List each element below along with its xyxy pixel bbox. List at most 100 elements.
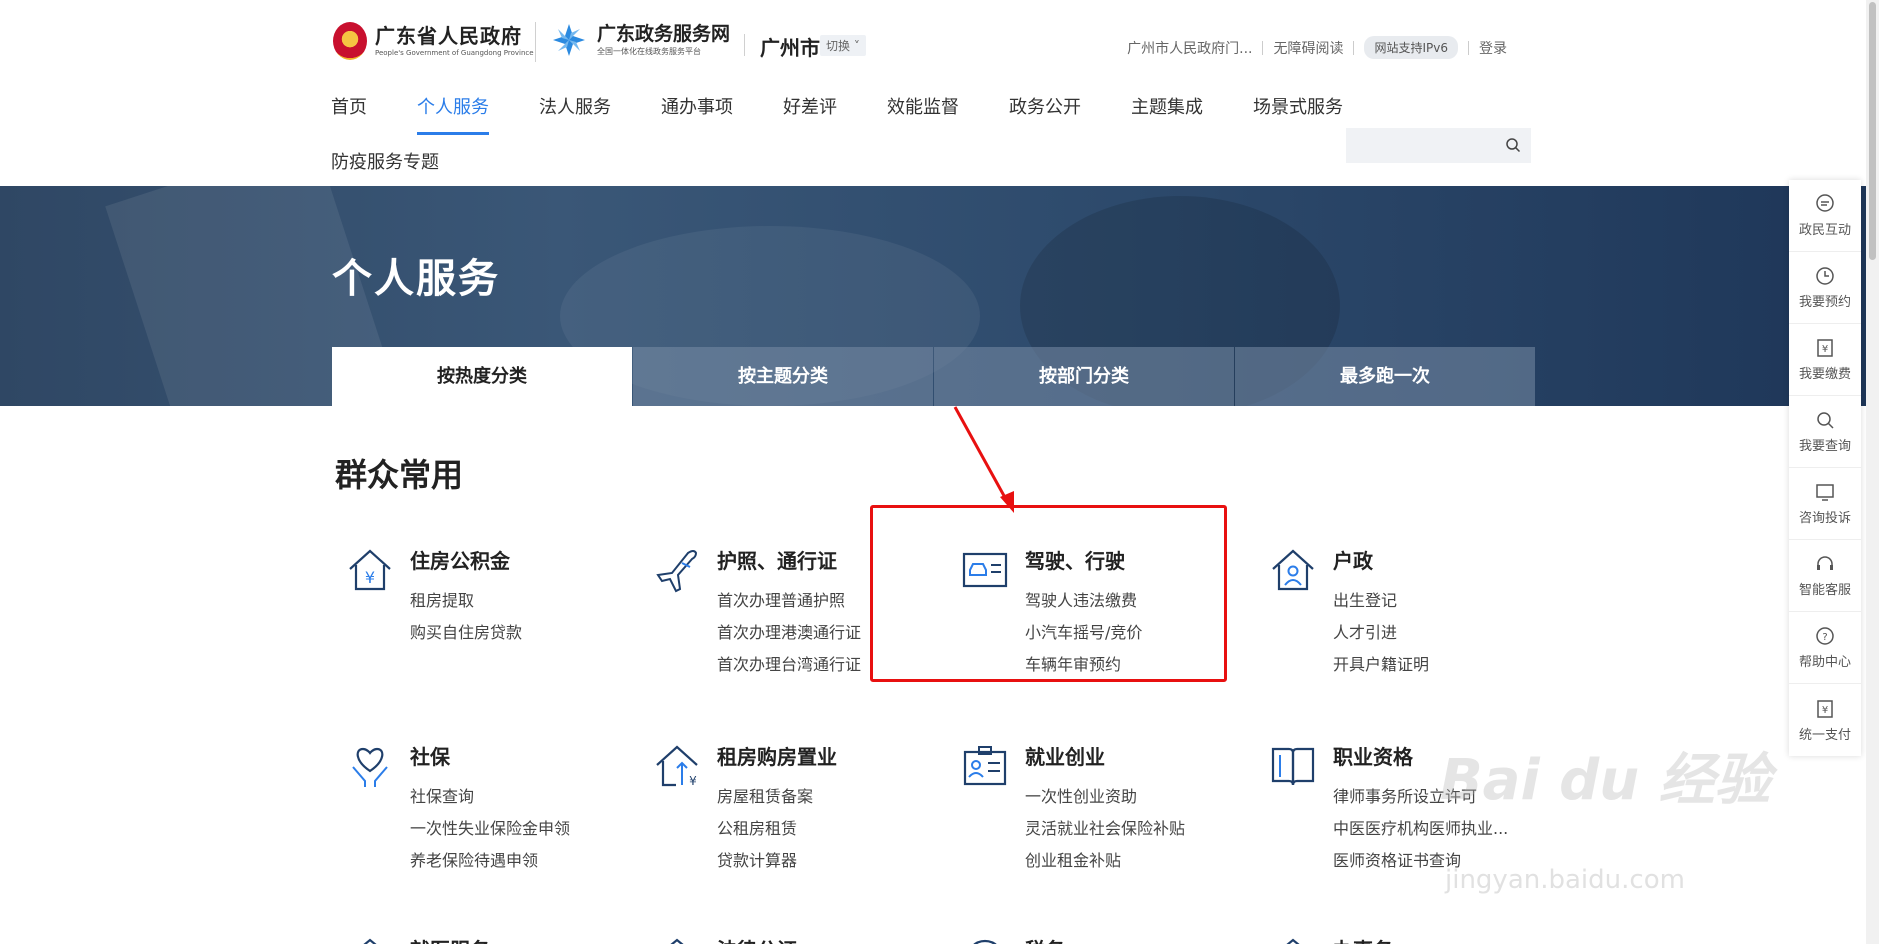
gov-subtitle: People's Government of Guangdong Provinc…	[375, 49, 534, 57]
svg-text:¥: ¥	[689, 774, 697, 788]
main-nav: 首页 个人服务 法人服务 通办事项 好差评 效能监督 政务公开 主题集成 场景式…	[331, 93, 1393, 135]
service-link[interactable]: 创业租金补贴	[1025, 847, 1121, 871]
service-subtitle: 全国一体化在线政务服务平台	[597, 47, 701, 56]
float-item-query[interactable]: 我要查询	[1789, 396, 1861, 468]
service-title: 广东政务服务网	[597, 23, 731, 45]
nav-home[interactable]: 首页	[331, 93, 367, 135]
tab-by-department[interactable]: 按部门分类	[934, 347, 1234, 406]
svg-text:¥: ¥	[1822, 705, 1828, 716]
id-badge-icon	[963, 746, 1007, 786]
page-title: 个人服务	[332, 256, 500, 302]
service-link[interactable]: 养老保险待遇申领	[410, 847, 538, 871]
service-link[interactable]: 医师资格证书查询	[1333, 847, 1461, 871]
service-link[interactable]: 开具户籍证明	[1333, 651, 1429, 675]
category-name[interactable]: 法律公证	[717, 934, 797, 944]
medical-icon	[363, 938, 377, 944]
nav-legal-person-service[interactable]: 法人服务	[539, 93, 611, 135]
float-item-appointment[interactable]: 我要预约	[1789, 252, 1861, 324]
service-link[interactable]: 中医医疗机构医师执业...	[1333, 815, 1508, 839]
national-emblem-icon	[333, 22, 367, 60]
nav-gov-affairs[interactable]: 政务公开	[1009, 93, 1081, 135]
category-name[interactable]: 租房购房置业	[717, 741, 837, 770]
category-name[interactable]: 职业资格	[1333, 741, 1413, 770]
annotation-arrow	[953, 406, 1014, 513]
service-link[interactable]: 灵活就业社会保险补贴	[1025, 815, 1185, 839]
category-name[interactable]: 办事务	[1333, 934, 1393, 944]
svg-text:?: ?	[1822, 632, 1827, 643]
category-name[interactable]: 税务	[1025, 934, 1065, 944]
tab-run-once[interactable]: 最多跑一次	[1235, 347, 1535, 406]
search-icon[interactable]	[1505, 137, 1521, 153]
chat-icon	[1816, 194, 1834, 212]
page-scrollbar[interactable]	[1866, 0, 1879, 944]
search-input[interactable]	[1346, 128, 1531, 163]
payment-icon: ¥	[1817, 699, 1833, 718]
house-yuan-icon: ¥	[349, 549, 391, 591]
category-name[interactable]: 就业创业	[1025, 741, 1105, 770]
svg-text:¥: ¥	[365, 568, 375, 587]
category-name[interactable]: 户政	[1333, 545, 1373, 574]
service-link[interactable]: 社保查询	[410, 783, 474, 807]
svg-text:¥: ¥	[1822, 344, 1828, 355]
category-name[interactable]: 社保	[410, 741, 450, 770]
service-link[interactable]: 租房提取	[410, 587, 474, 611]
nav-personal-service[interactable]: 个人服务	[417, 93, 489, 135]
search-icon	[1817, 412, 1834, 429]
nav-universal-matters[interactable]: 通办事项	[661, 93, 733, 135]
airplane-icon	[656, 550, 698, 593]
service-star-icon	[553, 24, 585, 56]
site-header: 广东省人民政府 People's Government of Guangdong…	[0, 0, 1866, 186]
float-item-payment[interactable]: ¥ 我要缴费	[1789, 324, 1861, 396]
nav-theme-integration[interactable]: 主题集成	[1131, 93, 1203, 135]
service-link[interactable]: 首次办理港澳通行证	[717, 619, 861, 643]
payment-icon: ¥	[1817, 339, 1833, 357]
float-item-interaction[interactable]: 政民互动	[1789, 180, 1861, 252]
float-item-customer-service[interactable]: 智能客服	[1789, 540, 1861, 612]
gov-portal-link[interactable]: 广州市人民政府门...	[1117, 38, 1262, 58]
scrollbar-thumb[interactable]	[1869, 2, 1876, 260]
help-icon: ?	[1816, 627, 1834, 645]
logo-divider	[535, 22, 536, 62]
monitor-icon	[1816, 484, 1834, 501]
service-link[interactable]: 首次办理台湾通行证	[717, 651, 861, 675]
service-link[interactable]: 一次性失业保险金申领	[410, 815, 570, 839]
float-item-help[interactable]: ? 帮助中心	[1789, 612, 1861, 684]
house-person-icon	[1272, 549, 1314, 591]
service-link[interactable]: 首次办理普通护照	[717, 587, 845, 611]
ipv6-badge: 网站支持IPv6	[1364, 36, 1458, 59]
chevron-down-icon: ˅	[850, 39, 860, 53]
current-city: 广州市	[760, 36, 820, 60]
float-item-unified-payment[interactable]: ¥ 统一支付	[1789, 684, 1861, 756]
nav-epidemic-special[interactable]: 防疫服务专题	[331, 148, 439, 174]
nav-rating[interactable]: 好差评	[783, 93, 837, 135]
tax-icon	[973, 939, 997, 944]
house-icon	[1286, 938, 1300, 944]
service-link[interactable]: 公租房租赁	[717, 815, 797, 839]
category-name[interactable]: 护照、通行证	[717, 545, 837, 574]
gov-logo[interactable]: 广东省人民政府 People's Government of Guangdong…	[333, 22, 534, 60]
nav-scenario-service[interactable]: 场景式服务	[1253, 93, 1343, 135]
service-logo[interactable]: 广东政务服务网 全国一体化在线政务服务平台	[551, 22, 730, 58]
category-name[interactable]: 住房公积金	[410, 545, 510, 574]
login-link[interactable]: 登录	[1469, 38, 1517, 58]
tab-by-theme[interactable]: 按主题分类	[633, 347, 933, 406]
hero-banner: 个人服务 按热度分类 按主题分类 按部门分类 最多跑一次	[0, 186, 1866, 406]
top-links: 广州市人民政府门... 无障碍阅读 网站支持IPv6 登录	[1117, 36, 1517, 59]
float-item-complaint[interactable]: 咨询投诉	[1789, 468, 1861, 540]
service-link[interactable]: 一次性创业资助	[1025, 783, 1137, 807]
service-link[interactable]: 出生登记	[1333, 587, 1397, 611]
service-link[interactable]: 人才引进	[1333, 619, 1397, 643]
heart-hand-icon	[352, 747, 388, 787]
house-up-icon: ¥	[656, 745, 698, 788]
service-link[interactable]: 购买自住房贷款	[410, 619, 522, 643]
service-link[interactable]: 房屋租赁备案	[717, 783, 813, 807]
book-icon	[1271, 747, 1315, 786]
service-link[interactable]: 贷款计算器	[717, 847, 797, 871]
tab-by-popularity[interactable]: 按热度分类	[332, 347, 632, 406]
category-tabs: 按热度分类 按主题分类 按部门分类 最多跑一次	[332, 347, 1536, 406]
nav-efficiency-supervision[interactable]: 效能监督	[887, 93, 959, 135]
scale-icon	[670, 938, 684, 944]
category-name[interactable]: 就医服务	[410, 934, 490, 944]
city-switch-button[interactable]: 切换 ˅	[820, 35, 866, 56]
accessibility-link[interactable]: 无障碍阅读	[1263, 38, 1353, 58]
